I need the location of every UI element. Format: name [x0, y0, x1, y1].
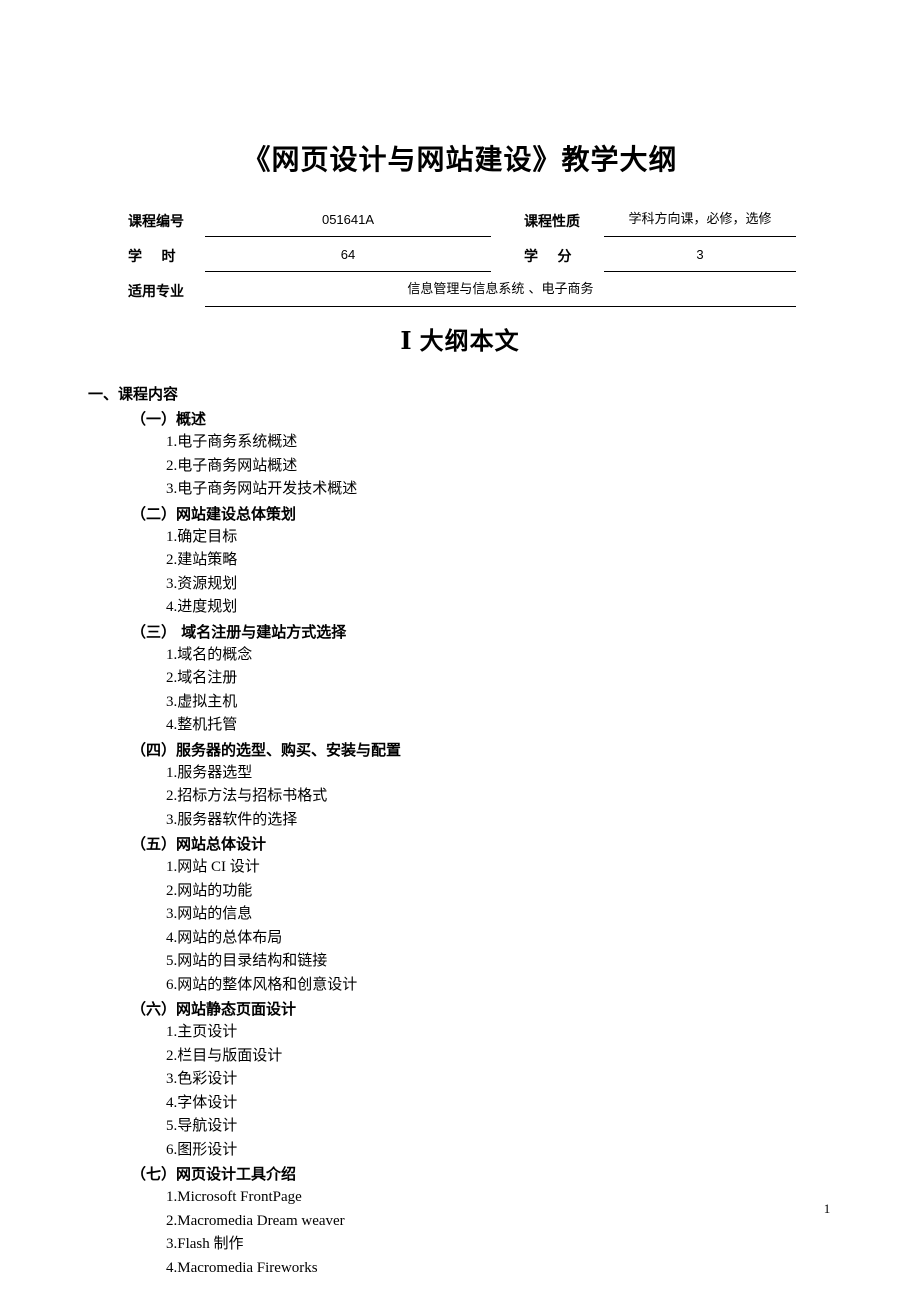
page-number: 1: [823, 1201, 831, 1216]
credits-value: 3: [696, 247, 704, 262]
outline-item: 2.Macromedia Dream weaver: [166, 1212, 345, 1229]
majors-label: 适用专业: [128, 284, 184, 300]
outline-item: 1.服务器选型: [166, 764, 253, 781]
outline-item: 4.进度规划: [166, 599, 238, 615]
credits-field: 3: [604, 243, 796, 272]
meta-row-code-nature: 课程编号 051641A 课程性质 学科方向课，必修，选修: [128, 208, 796, 243]
outline-item: 6.图形设计: [166, 1141, 238, 1158]
outline-item: 1.域名的概念: [166, 646, 253, 663]
outline-item: 3.虚拟主机: [166, 693, 238, 710]
outline-item: 4.字体设计: [166, 1094, 238, 1111]
outline-item: 3.服务器软件的选择: [166, 811, 298, 828]
outline-group-heading: （一）概述: [131, 410, 207, 428]
outline-group-heading: （六）网站静态页面设计: [131, 1000, 297, 1018]
outline-group-heading: （五）网站总体设计: [131, 835, 267, 853]
course-code-value: 051641A: [321, 212, 375, 227]
outline-item: 3.Flash 制作: [166, 1236, 244, 1252]
course-code-label: 课程编号: [128, 214, 184, 230]
outline-section-title: 一、课程内容: [88, 385, 179, 403]
outline-item: 1.网站 CI 设计: [166, 859, 260, 875]
outline-item: 3.电子商务网站开发技术概述: [166, 481, 358, 497]
course-meta-table: 课程编号 051641A 课程性质 学科方向课，必修，选修 学 时 64 学 分…: [128, 208, 796, 313]
meta-row-hours-credits: 学 时 64 学 分 3: [128, 243, 796, 278]
course-nature-value: 学科方向课，必修，选修: [628, 212, 772, 227]
hours-label: 学 时: [128, 249, 176, 265]
meta-row-majors: 适用专业 信息管理与信息系统 、电子商务: [128, 278, 796, 313]
outline-item: 5.网站的目录结构和链接: [166, 953, 328, 969]
outline-item: 6.网站的整体风格和创意设计: [166, 976, 358, 993]
course-code-field: 051641A: [205, 208, 491, 237]
outline-group-heading: （四）服务器的选型、购买、安装与配置: [131, 740, 402, 759]
outline-item: 1.主页设计: [166, 1024, 238, 1040]
hours-value: 64: [340, 247, 356, 262]
credits-label: 学 分: [524, 249, 572, 265]
course-nature-label: 课程性质: [524, 214, 580, 230]
outline-item: 2.电子商务网站概述: [166, 457, 298, 474]
majors-value: 信息管理与信息系统 、电子商务: [407, 282, 594, 297]
document-page: 《网页设计与网站建设》教学大纲 课程编号 051641A 课程性质 学科方向课，…: [0, 0, 920, 1302]
outline-item: 4.Macromedia Fireworks: [166, 1259, 318, 1276]
outline-item: 2.网站的功能: [166, 882, 253, 899]
outline-item: 4.网站的总体布局: [166, 929, 283, 946]
outline-item: 5.导航设计: [166, 1118, 238, 1134]
outline-item: 2.域名注册: [166, 670, 238, 686]
outline-item: 1.Microsoft FrontPage: [166, 1189, 302, 1205]
course-outline: 一、课程内容 （一）概述 1.电子商务系统概述 2.电子商务网站概述 3.电子商务网站…: [0, 381, 920, 1280]
outline-item: 2.栏目与版面设计: [166, 1047, 283, 1064]
outline-groups: （一）概述 1.电子商务系统概述 2.电子商务网站概述 3.电子商务网站开发技术概述 （…: [0, 407, 920, 1280]
outline-group-heading: （二）网站建设总体策划: [131, 504, 297, 523]
outline-item: 3.资源规划: [166, 575, 238, 592]
outline-item: 4.整机托管: [166, 717, 238, 733]
outline-group-heading: （三） 域名注册与建站方式选择: [131, 622, 347, 641]
outline-item: 3.色彩设计: [166, 1071, 238, 1087]
outline-item: 1.确定目标: [166, 528, 238, 545]
hours-field: 64: [205, 243, 491, 272]
part-heading: Ⅰ 大纲本文: [400, 329, 520, 355]
outline-item: 3.网站的信息: [166, 906, 253, 922]
majors-field: 信息管理与信息系统 、电子商务: [205, 278, 796, 307]
page-title: 《网页设计与网站建设》教学大纲: [242, 143, 678, 176]
outline-group-heading: （七）网页设计工具介绍: [131, 1165, 297, 1183]
course-nature-field: 学科方向课，必修，选修: [604, 208, 796, 237]
outline-item: 2.招标方法与招标书格式: [166, 788, 328, 804]
outline-item: 2.建站策略: [166, 552, 238, 568]
outline-item: 1.电子商务系统概述: [166, 434, 298, 450]
